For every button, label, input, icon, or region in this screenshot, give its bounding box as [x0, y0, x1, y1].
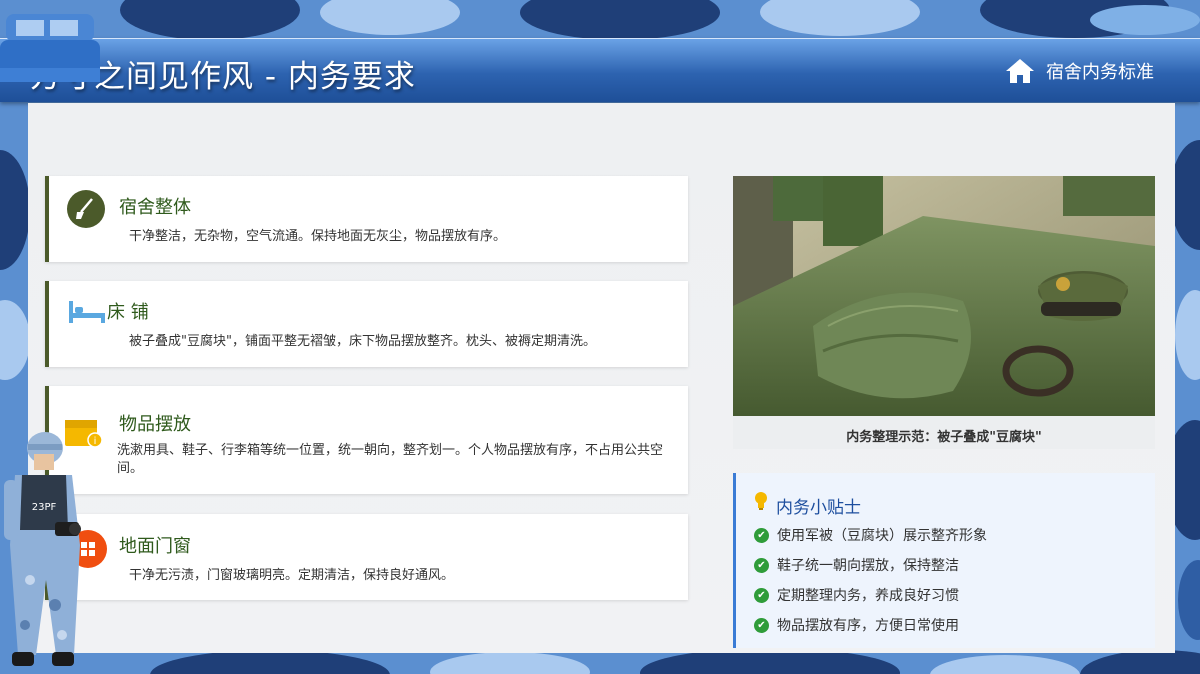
lightbulb-icon — [754, 491, 768, 515]
photo-card: 内务整理示范：被子叠成"豆腐块" — [733, 176, 1155, 449]
soldier-illustration: 23PF — [0, 430, 110, 674]
nav-home-label: 宿舍内务标准 — [1046, 62, 1154, 83]
tip-text: 鞋子统一朝向摆放，保持整洁 — [777, 558, 959, 574]
header-bar: 方寸之间见作风 - 内务要求 宿舍内务标准 — [0, 38, 1200, 102]
tofu-quilt-photo — [733, 176, 1155, 416]
card-dorm-overall: 宿舍整体 干净整洁，无杂物，空气流通。保持地面无灰尘，物品摆放有序。 — [45, 176, 688, 262]
tip-item: ✔ 鞋子统一朝向摆放，保持整洁 — [754, 555, 959, 575]
jeep-illustration — [0, 10, 102, 90]
photo-caption: 内务整理示范：被子叠成"豆腐块" — [846, 430, 1042, 445]
card-desc: 干净无污渍，门窗玻璃明亮。定期清洁，保持良好通风。 — [129, 568, 455, 583]
tip-item: ✔ 使用军被（豆腐块）展示整齐形象 — [754, 525, 987, 545]
check-circle-icon: ✔ — [754, 617, 769, 633]
card-bed: 床 铺 被子叠成"豆腐块"，铺面平整无褶皱，床下物品摆放整齐。枕头、被褥定期清洗… — [45, 281, 688, 367]
check-circle-icon: ✔ — [754, 527, 769, 543]
tip-text: 物品摆放有序，方便日常使用 — [777, 618, 959, 634]
tips-title: 内务小贴士 — [776, 498, 861, 518]
check-circle-icon: ✔ — [754, 587, 769, 603]
tip-text: 使用军被（豆腐块）展示整齐形象 — [777, 528, 987, 544]
tip-item: ✔ 定期整理内务，养成良好习惯 — [754, 585, 959, 605]
svg-text:23PF: 23PF — [32, 502, 57, 513]
card-title: 床 铺 — [107, 302, 149, 323]
tips-box: 内务小贴士 ✔ 使用军被（豆腐块）展示整齐形象 ✔ 鞋子统一朝向摆放，保持整洁 … — [733, 473, 1155, 648]
card-desc: 干净整洁，无杂物，空气流通。保持地面无灰尘，物品摆放有序。 — [129, 229, 507, 244]
home-icon — [1004, 57, 1036, 85]
tip-text: 定期整理内务，养成良好习惯 — [777, 588, 959, 604]
card-title: 宿舍整体 — [119, 197, 191, 218]
card-desc: 被子叠成"豆腐块"，铺面平整无褶皱，床下物品摆放整齐。枕头、被褥定期清洗。 — [129, 334, 596, 349]
check-circle-icon: ✔ — [754, 557, 769, 573]
card-items: i 物品摆放 洗漱用具、鞋子、行李箱等统一位置，统一朝向，整齐划一。个人物品摆放… — [45, 386, 688, 494]
card-title: 地面门窗 — [119, 536, 191, 557]
nav-home-link[interactable]: 宿舍内务标准 — [1004, 57, 1154, 85]
card-desc: 洗漱用具、鞋子、行李箱等统一位置，统一朝向，整齐划一。个人物品摆放有序，不占用公… — [117, 443, 664, 476]
bed-icon — [67, 297, 107, 325]
tip-item: ✔ 物品摆放有序，方便日常使用 — [754, 615, 959, 635]
card-title: 物品摆放 — [119, 414, 191, 435]
broom-icon — [67, 190, 105, 228]
card-floor-windows: 地面门窗 干净无污渍，门窗玻璃明亮。定期清洁，保持良好通风。 — [45, 514, 688, 600]
